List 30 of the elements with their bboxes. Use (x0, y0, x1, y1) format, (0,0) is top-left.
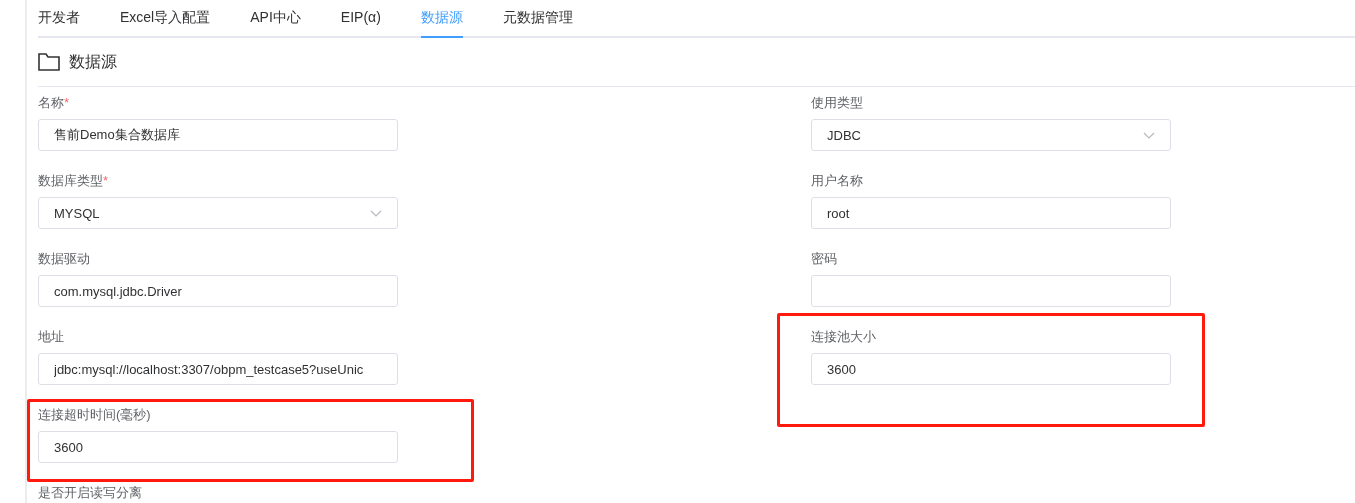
field-label: 是否开启读写分离 (38, 485, 142, 500)
chevron-down-icon (1143, 131, 1155, 139)
input-field[interactable]: 售前Demo集合数据库 (38, 119, 398, 151)
tab[interactable]: 元数据管理 (502, 0, 573, 38)
required-mark: * (64, 95, 70, 110)
field-label: 地址 (38, 329, 64, 344)
input-field[interactable]: root (811, 197, 1171, 229)
chevron-down-icon (370, 209, 382, 217)
select-field[interactable]: JDBC (811, 119, 1171, 151)
field-label: 连接超时时间(毫秒) (38, 407, 151, 422)
input-field[interactable]: jdbc:mysql://localhost:3307/obpm_testcase5?useUnic (38, 353, 398, 385)
input-field[interactable]: 3600 (38, 431, 398, 463)
required-mark: * (103, 173, 109, 188)
folder-icon (38, 53, 60, 71)
field-label: 使用类型 (811, 95, 863, 110)
input-field[interactable]: com.mysql.jdbc.Driver (38, 275, 398, 307)
tab[interactable]: 开发者 (38, 0, 80, 38)
tab[interactable]: EIP(α) (340, 0, 381, 38)
section-title: 数据源 (69, 51, 117, 72)
field-label: 连接池大小 (811, 329, 876, 344)
select-field[interactable]: MYSQL (38, 197, 398, 229)
field-label: 数据驱动 (38, 251, 90, 266)
field-label: 数据库类型 (38, 173, 103, 188)
field-label: 密码 (811, 251, 837, 266)
tab[interactable]: Excel导入配置 (120, 0, 211, 38)
field-label: 名称 (38, 95, 64, 110)
input-field[interactable] (811, 275, 1171, 307)
field-label: 用户名称 (811, 173, 863, 188)
tab[interactable]: API中心 (250, 0, 301, 38)
input-field[interactable]: 3600 (811, 353, 1171, 385)
